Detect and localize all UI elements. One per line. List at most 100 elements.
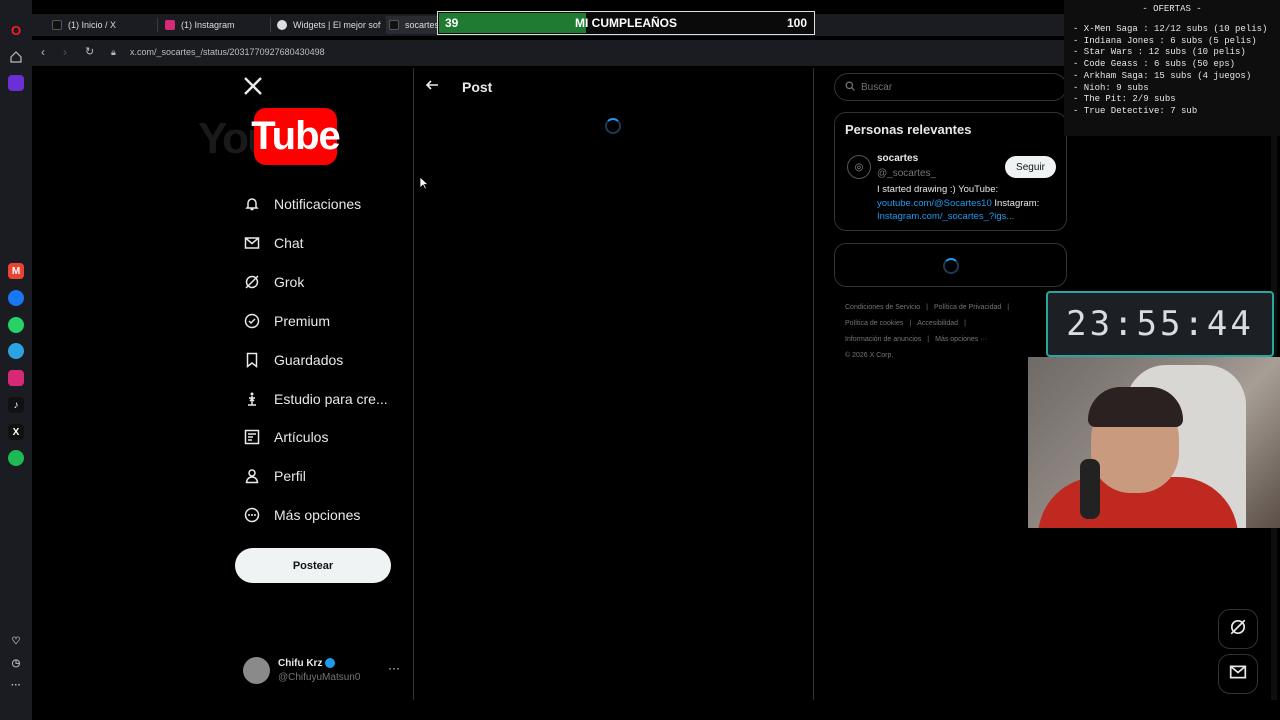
more-circle-icon [244,507,260,523]
instagram-favicon-icon [165,20,175,30]
nav-notificaciones[interactable]: Notificaciones [244,191,361,217]
tab-separator [157,18,158,32]
footer-link[interactable]: Accesibilidad [917,320,958,327]
x-icon[interactable]: X [8,424,24,440]
nav-label: Chat [274,235,304,251]
tab-label: socartes e [405,20,438,30]
tab-widgets[interactable]: Widgets | El mejor softw [277,16,381,34]
list-item: - The Pit: 2/9 subs [1073,94,1176,105]
tab-label: (1) Instagram [181,20,235,30]
nav-label: Artículos [274,429,329,445]
mail-icon [1229,663,1247,686]
column-divider [413,68,414,700]
x-favicon-icon [52,20,62,30]
more-dots-icon[interactable]: ··· [8,677,24,693]
bio-link-instagram[interactable]: Instagram.com/_socartes_?igs... [877,211,1014,222]
tab-socartes[interactable]: socartes e [386,16,438,34]
nav-label: Notificaciones [274,196,362,212]
account-handle: @ChifuyuMatsun0 [278,672,361,683]
loading-spinner-icon [605,118,621,134]
heart-icon[interactable]: ♡ [8,633,24,649]
telegram-icon[interactable] [8,343,24,359]
search-box[interactable] [834,73,1067,101]
home-icon[interactable] [8,49,24,65]
list-item: - Code Geass : 6 subs (50 eps) [1073,59,1236,70]
footer-link[interactable]: Política de cookies [845,320,903,327]
aria-icon[interactable] [8,75,24,91]
tab-instagram[interactable]: (1) Instagram [165,16,265,34]
list-item: - Nioh: 9 subs [1073,82,1149,93]
goal-title: MI CUMPLEAÑOS [575,16,677,30]
nav-chat[interactable]: Chat [244,230,304,256]
nav-label: Premium [274,313,331,329]
widgets-favicon-icon [277,20,287,30]
reload-icon[interactable]: ↻ [85,45,94,58]
nav-guardados[interactable]: Guardados [244,347,343,373]
opera-logo-icon[interactable]: O [8,22,24,38]
list-item: - X-Men Saga : 12/12 subs (10 pelis) [1073,24,1268,34]
tab-x-home[interactable]: (1) Inicio / X [52,16,152,34]
grok-button[interactable] [1218,609,1258,649]
tiktok-icon[interactable]: ♪ [8,397,24,413]
nav-perfil[interactable]: Perfil [244,463,306,489]
loading-spinner-icon [943,258,959,274]
avatar[interactable]: ◎ [847,155,871,179]
x-logo-icon[interactable] [243,76,263,102]
nav-estudio[interactable]: Estudio para cre... [244,386,388,412]
creator-studio-icon [244,391,260,407]
search-input[interactable] [861,81,1041,93]
account-switcher[interactable]: Chifu Krz @ChifuyuMatsun0 ··· [243,655,403,687]
relevant-people-panel: Personas relevantes ◎ socartes @_socarte… [834,112,1067,231]
spotify-icon[interactable] [8,450,24,466]
bio-link-youtube[interactable]: youtube.com/@Socartes10 [877,198,992,209]
messages-button[interactable] [1218,654,1258,694]
relevant-user-bio: I started drawing :) YouTube: youtube.co… [877,183,1060,224]
forward-nav-icon[interactable]: › [63,45,67,59]
bio-text: Instagram: [991,197,1040,209]
back-arrow-icon[interactable] [425,78,439,95]
instagram-icon[interactable] [8,370,24,386]
goal-current: 39 [445,16,459,30]
offers-list: - X-Men Saga : 12/12 subs (10 pelis) - I… [1064,24,1280,118]
follow-button[interactable]: Seguir [1005,156,1056,178]
youtube-logo: Tube [251,108,341,165]
account-name-row: Chifu Krz [278,658,336,669]
offers-overlay: - OFERTAS - - X-Men Saga : 12/12 subs (1… [1064,0,1280,136]
gmail-icon[interactable]: M [8,263,24,279]
nav-articulos[interactable]: Artículos [244,424,328,450]
post-button[interactable]: Postear [235,548,391,583]
webcam-feed [1028,357,1280,528]
bell-icon [244,196,260,212]
column-divider [813,68,814,700]
messenger-icon[interactable] [8,290,24,306]
tab-label: (1) Inicio / X [68,20,117,30]
footer-link[interactable]: Política de Privacidad [934,304,1001,311]
verified-icon [325,658,336,669]
nav-mas-opciones[interactable]: Más opciones [244,502,360,528]
list-item: - Arkham Saga: 15 subs (4 juegos) [1073,70,1252,81]
panel-title: Personas relevantes [845,122,972,137]
nav-grok[interactable]: Grok [244,269,304,295]
footer-link[interactable]: Más opciones ··· [935,336,987,343]
avatar [243,657,270,684]
history-icon[interactable]: ◷ [8,655,24,671]
lock-icon: 🔒︎ [111,47,116,57]
offers-title: - OFERTAS - [1142,4,1202,14]
nav-label: Más opciones [274,507,361,523]
list-item: - True Detective: 7 sub [1073,105,1198,116]
footer-link[interactable]: Información de anuncios [845,336,921,343]
relevant-user-name[interactable]: socartes [877,153,918,164]
goal-target: 100 [786,16,807,30]
webcam-hair [1088,387,1183,427]
list-item: - Indiana Jones : 6 subs (5 pelis) [1073,35,1257,46]
nav-label: Grok [274,274,305,290]
whatsapp-icon[interactable] [8,317,24,333]
browser-sidebar: O M ♪ X ♡ ◷ ··· [0,0,32,720]
nav-premium[interactable]: Premium [244,308,330,334]
footer-link[interactable]: Condiciones de Servicio [845,304,920,311]
back-nav-icon[interactable]: ‹ [41,45,45,59]
url-field[interactable]: x.com/_socartes_/status/2031770927680430… [130,47,325,57]
profile-icon [244,468,260,484]
more-dots-icon[interactable]: ··· [388,661,400,675]
mouse-cursor-icon [419,176,429,190]
